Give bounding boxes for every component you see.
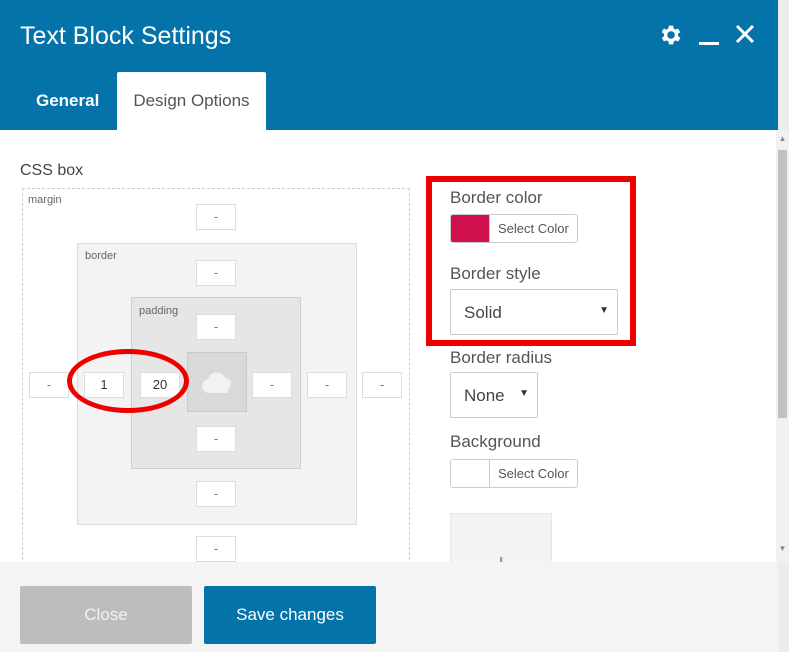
margin-label: margin xyxy=(28,194,62,206)
background-color-button-label: Select Color xyxy=(498,466,569,481)
background-color-button[interactable]: Select Color xyxy=(450,459,578,488)
close-icon[interactable] xyxy=(734,22,756,48)
dialog-footer: Close Save changes xyxy=(0,562,778,652)
border-label: border xyxy=(85,250,117,262)
border-radius-label: Border radius xyxy=(450,348,553,367)
chevron-down-icon: ▼ xyxy=(519,388,529,399)
margin-bottom-input[interactable]: - xyxy=(196,536,236,562)
save-changes-button[interactable]: Save changes xyxy=(204,586,376,644)
border-radius-value: None xyxy=(464,386,505,405)
border-bottom-input[interactable]: - xyxy=(196,481,236,507)
content-scrollbar[interactable]: ▲ ▼ xyxy=(776,130,789,562)
tab-bar: General Design Options xyxy=(20,72,266,130)
margin-right-input[interactable]: - xyxy=(362,372,402,398)
gear-icon[interactable] xyxy=(658,22,684,48)
margin-left-input[interactable]: - xyxy=(29,372,69,398)
cloud-icon xyxy=(200,371,236,400)
border-radius-select[interactable]: None ▼ xyxy=(450,372,538,418)
padding-bottom-input[interactable]: - xyxy=(196,426,236,452)
background-label: Background xyxy=(450,432,541,451)
tab-general[interactable]: General xyxy=(20,72,115,130)
background-color-swatch xyxy=(451,460,490,487)
css-box-title: CSS box xyxy=(20,162,84,179)
scroll-thumb[interactable] xyxy=(778,150,787,418)
padding-right-input[interactable]: - xyxy=(252,372,292,398)
tab-design-options[interactable]: Design Options xyxy=(117,72,266,130)
dialog-content: CSS box margin border padding - - - - 1 … xyxy=(0,130,776,562)
scroll-up-icon[interactable]: ▲ xyxy=(778,134,787,143)
border-top-input[interactable]: - xyxy=(196,260,236,286)
scroll-down-icon[interactable]: ▼ xyxy=(778,544,787,553)
dialog-title: Text Block Settings xyxy=(20,22,232,50)
add-background-image-button[interactable]: + xyxy=(450,513,552,562)
minimize-icon[interactable] xyxy=(698,22,720,48)
header-controls xyxy=(658,22,756,48)
close-button[interactable]: Close xyxy=(20,586,192,644)
annotation-rectangle xyxy=(426,176,636,346)
content-box xyxy=(187,352,247,412)
margin-top-input[interactable]: - xyxy=(196,204,236,230)
plus-icon: + xyxy=(493,548,509,562)
dialog-header: Text Block Settings General Design Optio… xyxy=(0,0,778,130)
border-right-input[interactable]: - xyxy=(307,372,347,398)
annotation-oval xyxy=(67,349,189,413)
padding-top-input[interactable]: - xyxy=(196,314,236,340)
padding-label: padding xyxy=(139,305,179,317)
